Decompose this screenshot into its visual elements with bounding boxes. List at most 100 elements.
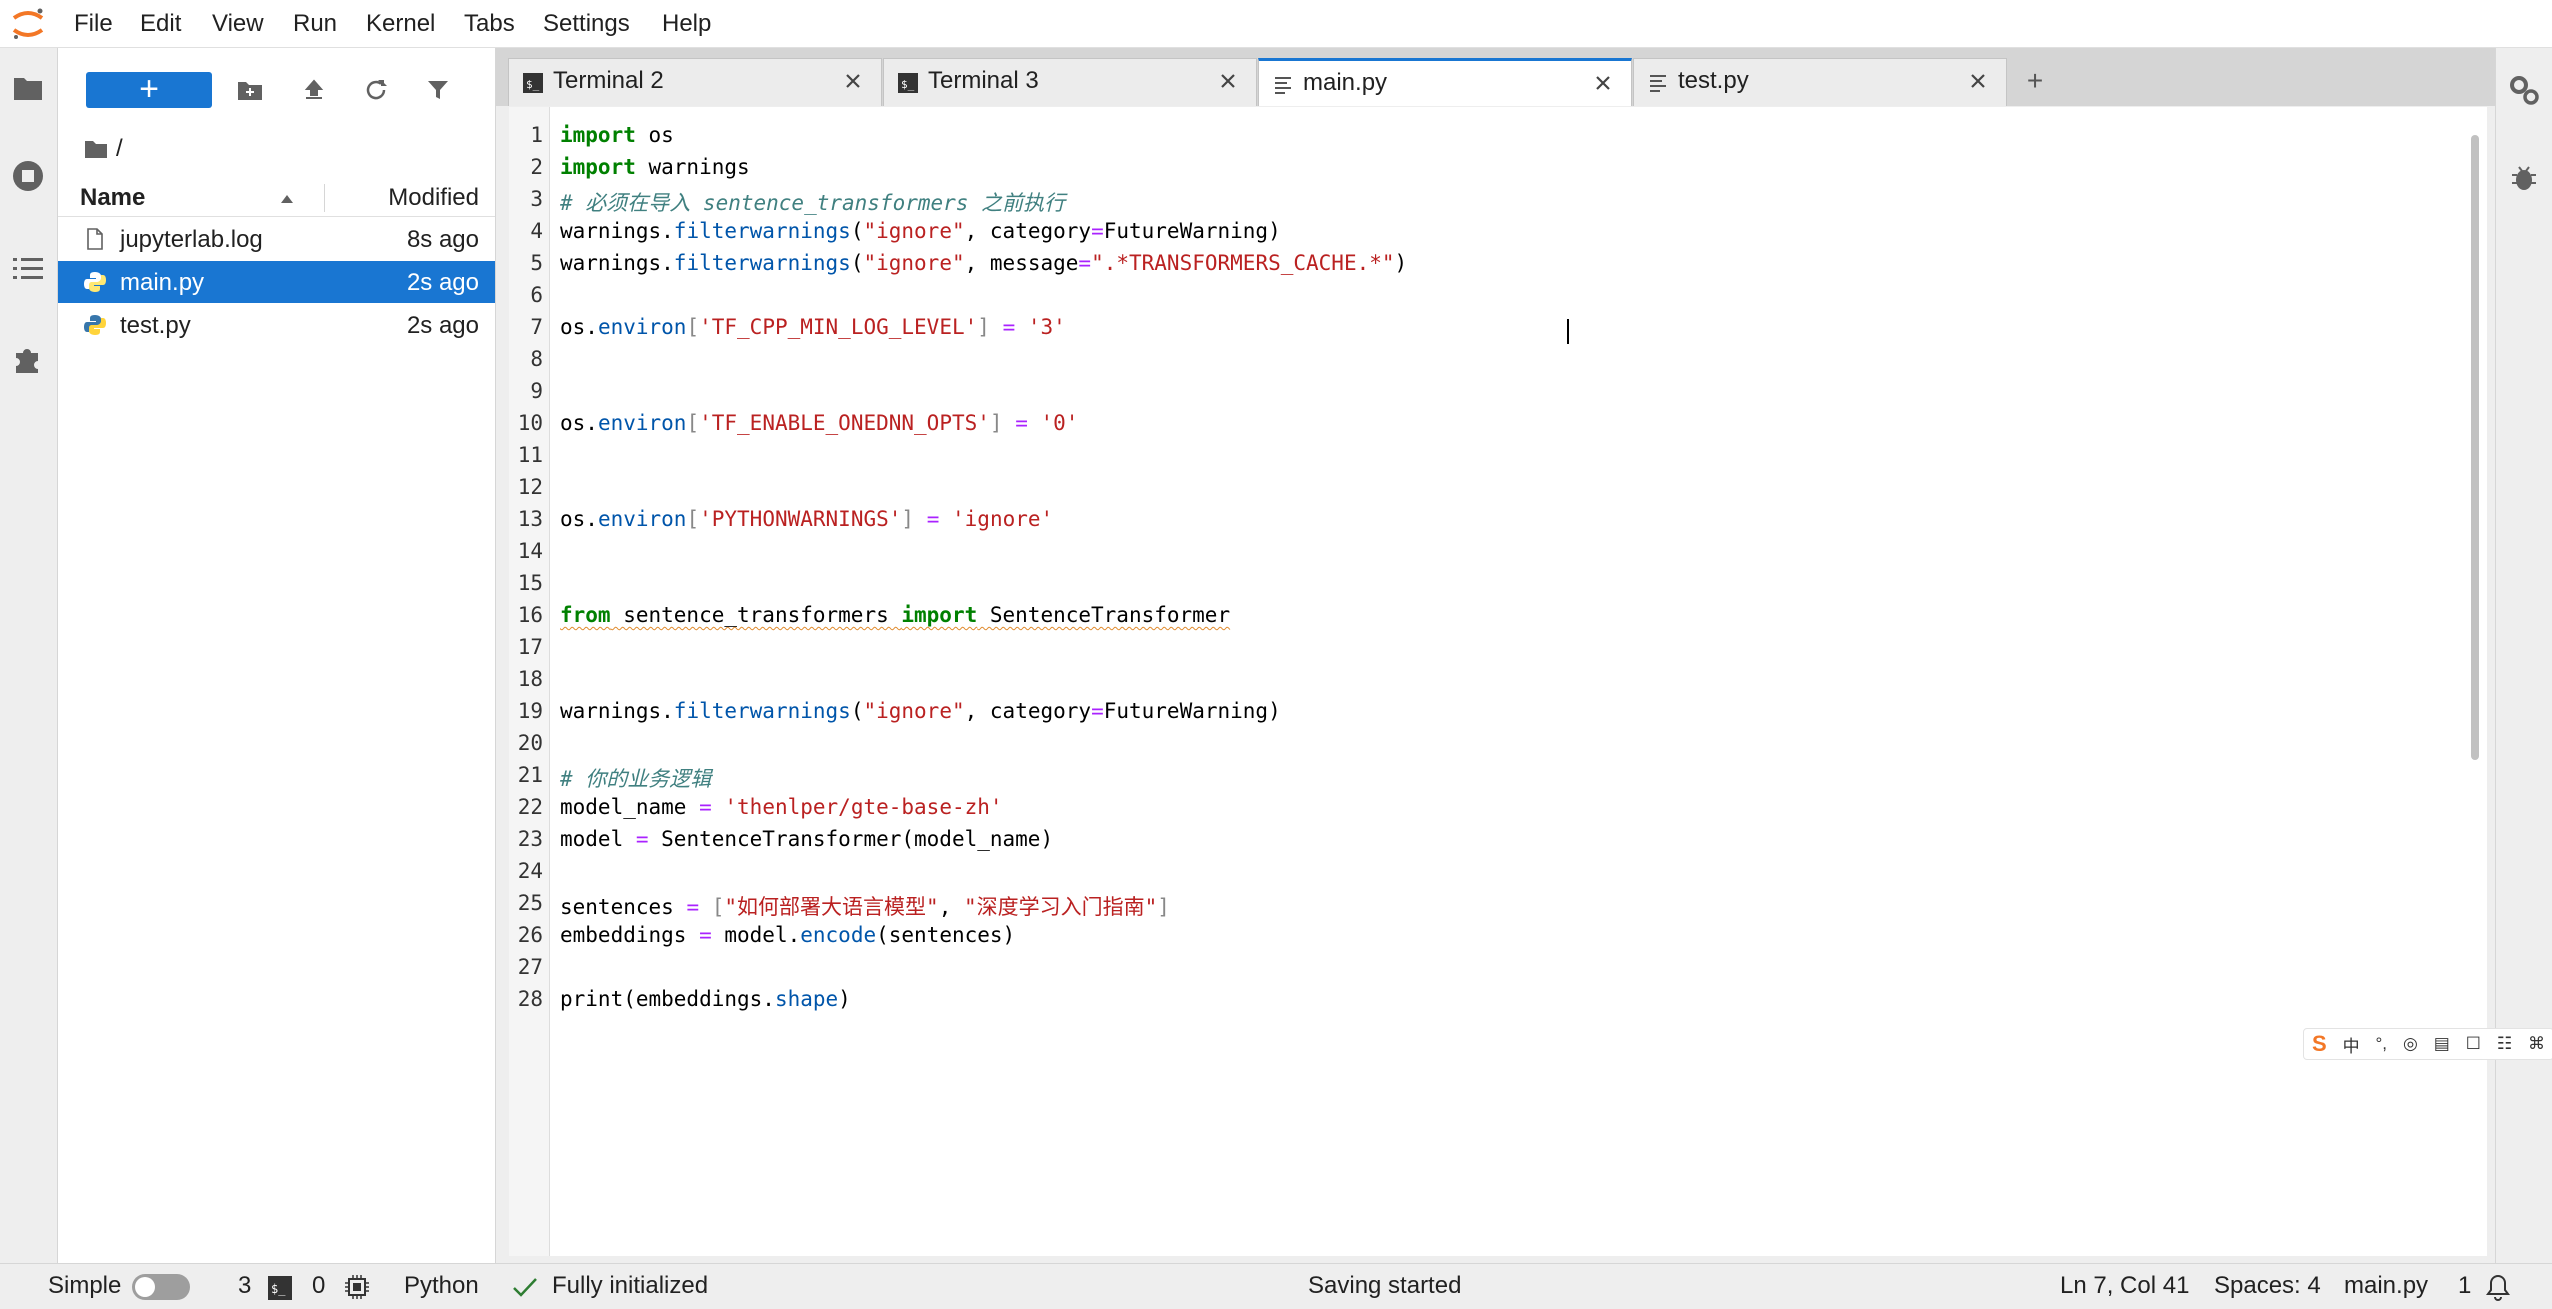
close-icon[interactable]: [1966, 69, 1990, 93]
column-divider[interactable]: [324, 184, 325, 212]
status-bar: Simple 3 $_ 0 Python Fully initialized S…: [0, 1263, 2552, 1309]
document-tab-bar: $_ Terminal 2 $_ Terminal 3 main.py test…: [496, 48, 2495, 106]
indentation-spaces[interactable]: Spaces: 4: [2214, 1272, 2321, 1300]
ime-punctuation-icon[interactable]: °,: [2375, 1034, 2387, 1054]
svg-text:$_: $_: [901, 78, 915, 91]
tab-label: Terminal 2: [553, 67, 664, 94]
extensions-icon[interactable]: [10, 342, 46, 378]
close-icon[interactable]: [841, 69, 865, 93]
line-number: 6: [530, 283, 543, 307]
line-number: 23: [517, 827, 543, 851]
kernel-status: Fully initialized: [552, 1272, 709, 1299]
line-number: 24: [517, 859, 543, 883]
current-file-name: main.py: [2344, 1272, 2429, 1299]
menu-run[interactable]: Run: [289, 8, 341, 40]
scrollbar-thumb[interactable]: [2471, 135, 2479, 760]
tab-terminal-3[interactable]: $_ Terminal 3: [883, 58, 1257, 106]
ime-chinese-mode[interactable]: 中: [2343, 1032, 2360, 1057]
code-line-26: embeddings = model.encode(sentences): [560, 923, 1016, 947]
code-line-22: model_name = 'thenlper/gte-base-zh': [560, 795, 1003, 819]
menu-tabs[interactable]: Tabs: [460, 8, 519, 40]
tab-terminal-2[interactable]: $_ Terminal 2: [508, 58, 882, 106]
file-row-test-py[interactable]: test.py 2s ago: [58, 304, 495, 346]
menu-edit[interactable]: Edit: [136, 8, 185, 40]
kernel-name[interactable]: Python: [404, 1272, 479, 1300]
line-number: 10: [517, 411, 543, 435]
code-line-19: warnings.filterwarnings("ignore", catego…: [560, 699, 1281, 723]
file-list-header: Name Modified: [58, 180, 495, 217]
line-number: 1: [530, 123, 543, 147]
file-row-main-py[interactable]: main.py 2s ago: [58, 261, 495, 303]
breadcrumb-root[interactable]: /: [116, 135, 123, 163]
code-line-16: from sentence_transformers import Senten…: [560, 603, 1231, 627]
debugger-icon[interactable]: [2506, 160, 2542, 196]
ime-microphone-icon[interactable]: ◎: [2403, 1034, 2418, 1054]
ime-keyboard-icon[interactable]: ▤: [2434, 1034, 2450, 1054]
file-modified: 2s ago: [406, 269, 479, 296]
line-number: 12: [517, 475, 543, 499]
terminal-count[interactable]: 3: [238, 1272, 251, 1300]
code-line-1: import os: [560, 123, 674, 147]
folder-icon[interactable]: [10, 70, 46, 106]
upload-icon[interactable]: [298, 74, 330, 106]
ime-toolbar: S 中 °, ◎ ▤ ☐ ☷ ⌘: [2303, 1028, 2552, 1060]
menu-view[interactable]: View: [208, 8, 268, 40]
menu-bar: File Edit View Run Kernel Tabs Settings …: [0, 0, 2552, 48]
save-status-message: Saving started: [1308, 1272, 1462, 1299]
terminal-icon: $_: [523, 73, 543, 93]
file-name: test.py: [120, 312, 191, 339]
add-tab-button[interactable]: +: [2015, 59, 2055, 105]
ime-skin-icon[interactable]: ☐: [2466, 1034, 2481, 1054]
filter-icon[interactable]: [422, 74, 454, 106]
column-header-name[interactable]: Name: [80, 184, 145, 212]
new-launcher-button[interactable]: +: [86, 72, 212, 108]
menu-settings[interactable]: Settings: [539, 8, 634, 40]
right-sidebar: [2495, 48, 2552, 1263]
tab-label: test.py: [1678, 67, 1749, 94]
close-icon[interactable]: [1591, 71, 1615, 95]
code-line-5: warnings.filterwarnings("ignore", messag…: [560, 251, 1408, 275]
column-header-modified[interactable]: Modified: [388, 184, 479, 212]
terminal-icon: $_: [898, 73, 918, 93]
text-file-icon: [1275, 77, 1291, 94]
code-line-3: # 必须在导入 sentence_transformers 之前执行: [560, 191, 1066, 215]
breadcrumb-folder-icon[interactable]: [84, 139, 108, 159]
file-row-jupyterlab-log[interactable]: jupyterlab.log 8s ago: [58, 218, 495, 260]
line-number: 26: [517, 923, 543, 947]
menu-kernel[interactable]: Kernel: [362, 8, 439, 40]
running-sessions-icon[interactable]: [10, 158, 46, 194]
menu-file[interactable]: File: [70, 8, 117, 40]
line-number: 25: [517, 891, 543, 915]
line-number-gutter: 1 2 3 4 5 6 7 8 9 10 11 12 13 14 15 16 17 18 19 20 21 22 23 24 2…: [509, 107, 550, 1256]
ime-menu-icon[interactable]: ⌘: [2528, 1034, 2545, 1054]
file-icon: [87, 228, 103, 250]
code-editor[interactable]: 1 2 3 4 5 6 7 8 9 10 11 12 13 14 15 16 17 18 19 20 21 22 23 24 2…: [509, 107, 2487, 1256]
property-inspector-icon[interactable]: [2506, 72, 2542, 108]
file-name: main.py: [120, 269, 205, 296]
notification-count[interactable]: 1: [2458, 1272, 2471, 1300]
terminal-icon[interactable]: $_: [268, 1276, 292, 1300]
bell-icon[interactable]: [2484, 1273, 2512, 1301]
file-name: jupyterlab.log: [120, 226, 263, 253]
menu-help[interactable]: Help: [658, 8, 715, 40]
kernel-chip-icon[interactable]: [344, 1274, 370, 1300]
refresh-icon[interactable]: [360, 74, 392, 106]
code-line-7: os.environ['TF_CPP_MIN_LOG_LEVEL'] = '3': [560, 315, 1066, 339]
line-number: 4: [530, 219, 543, 243]
tab-main-py[interactable]: main.py: [1258, 58, 1632, 106]
cursor-position[interactable]: Ln 7, Col 41: [2060, 1272, 2189, 1300]
close-icon[interactable]: [1216, 69, 1240, 93]
kernel-count[interactable]: 0: [312, 1272, 325, 1300]
ime-toolbox-icon[interactable]: ☷: [2497, 1034, 2512, 1054]
ime-logo-icon[interactable]: S: [2312, 1031, 2327, 1057]
jupyter-logo-icon: [12, 8, 44, 39]
line-number: 2: [530, 155, 543, 179]
line-number: 22: [517, 795, 543, 819]
new-folder-icon[interactable]: [234, 74, 266, 106]
tab-test-py[interactable]: test.py: [1633, 58, 2007, 106]
kernel-status-check-icon: [513, 1278, 537, 1297]
table-of-contents-icon[interactable]: [10, 250, 46, 286]
file-modified: 2s ago: [406, 312, 479, 339]
file-modified: 8s ago: [406, 226, 479, 253]
line-number: 14: [517, 539, 543, 563]
